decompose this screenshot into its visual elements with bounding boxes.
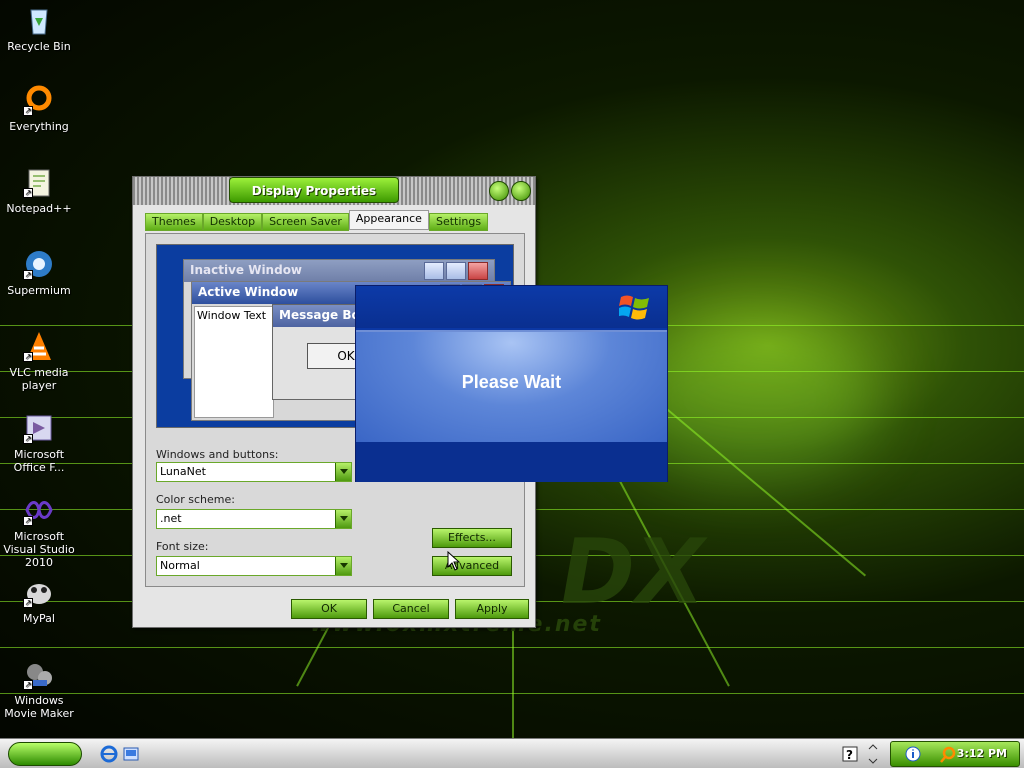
tab-desktop[interactable]: Desktop [202, 213, 263, 231]
please-wait-header [356, 286, 667, 328]
info-icon[interactable] [905, 746, 921, 762]
desktop-icon-visual-studio[interactable]: ↗ Microsoft Visual Studio 2010 [0, 494, 78, 569]
color-scheme-select[interactable]: .net [156, 509, 352, 529]
vlc-icon: ↗ [23, 330, 55, 362]
font-size-select[interactable]: Normal [156, 556, 352, 576]
desktop-icon-movie-maker[interactable]: ↗ Windows Movie Maker [0, 658, 78, 720]
svg-text:?: ? [846, 748, 853, 762]
movie-maker-icon: ↗ [23, 658, 55, 690]
please-wait-text: Please Wait [461, 372, 562, 392]
background-logo: DX [550, 520, 714, 625]
window-title: Display Properties [229, 177, 399, 203]
tab-settings[interactable]: Settings [428, 213, 489, 231]
minimize-icon [424, 262, 444, 280]
tab-appearance[interactable]: Appearance [348, 210, 429, 230]
everything-icon: ↗ [23, 84, 55, 116]
desktop-icon-label: Notepad++ [6, 202, 72, 215]
desktop-icon-everything[interactable]: ↗ Everything [0, 84, 78, 133]
visual-studio-icon: ↗ [23, 494, 55, 526]
mouse-cursor-icon [447, 551, 461, 571]
desktop-icon-supermium[interactable]: ↗ Supermium [0, 248, 78, 297]
preview-window-text: Window Text [194, 306, 274, 418]
desktop-icon-label: Everything [9, 120, 69, 133]
desktop-icon-label: Microsoft Office F... [13, 448, 65, 474]
chevron-down-icon[interactable] [335, 557, 351, 575]
office-icon: ↗ [23, 412, 55, 444]
system-tray: 3:12 PM [890, 741, 1020, 767]
desktop-icon-label: Microsoft Visual Studio 2010 [3, 530, 75, 569]
recycle-bin-icon [23, 4, 55, 36]
taskbar: ? 3:12 PM [0, 738, 1024, 768]
desktop-icon-vlc[interactable]: ↗ VLC media player [0, 330, 78, 392]
shortcut-arrow-icon: ↗ [23, 680, 33, 690]
chevron-down-icon[interactable] [335, 510, 351, 528]
chevron-down-icon[interactable] [335, 463, 351, 481]
supermium-icon: ↗ [23, 248, 55, 280]
windows-logo-icon [619, 295, 649, 320]
help-icon[interactable]: ? [842, 746, 858, 762]
effects-button[interactable]: Effects... [432, 528, 512, 548]
close-button[interactable] [511, 181, 531, 201]
close-icon [468, 262, 488, 280]
search-icon[interactable] [939, 746, 957, 764]
help-button[interactable] [489, 181, 509, 201]
advanced-button[interactable]: Advanced [432, 556, 512, 576]
desktop-icon-notepadpp[interactable]: ↗ Notepad++ [0, 166, 78, 215]
ok-button[interactable]: OK [291, 599, 367, 619]
desktop-icon-label: Recycle Bin [7, 40, 71, 53]
please-wait-footer [356, 442, 667, 482]
shortcut-arrow-icon: ↗ [23, 188, 33, 198]
please-wait-dialog: Please Wait [355, 285, 668, 482]
desktop-icon-label: VLC media player [9, 366, 69, 392]
tab-strip: Themes Desktop Screen Saver Appearance S… [145, 210, 489, 231]
tab-themes[interactable]: Themes [145, 213, 203, 231]
start-button[interactable] [8, 742, 82, 766]
desktop-icon-mypal[interactable]: ↗ MyPal [0, 576, 78, 625]
desktop-icon-label: Windows Movie Maker [4, 694, 74, 720]
shortcut-arrow-icon: ↗ [23, 106, 33, 116]
font-size-label: Font size: [156, 540, 209, 553]
desktop-icon-label: Supermium [7, 284, 71, 297]
internet-explorer-icon[interactable] [100, 745, 118, 763]
font-size-value: Normal [160, 559, 200, 572]
desktop-icon-recycle-bin[interactable]: Recycle Bin [0, 4, 78, 53]
desktop-icon-label: MyPal [23, 612, 55, 625]
desktop-icon-office[interactable]: ↗ Microsoft Office F... [0, 412, 78, 474]
show-desktop-icon[interactable] [122, 745, 140, 763]
notepadpp-icon: ↗ [23, 166, 55, 198]
clock[interactable]: 3:12 PM [957, 747, 1007, 760]
mypal-icon: ↗ [23, 576, 55, 608]
maximize-icon [446, 262, 466, 280]
apply-button[interactable]: Apply [455, 599, 529, 619]
windows-buttons-value: LunaNet [160, 465, 206, 478]
shortcut-arrow-icon: ↗ [23, 598, 33, 608]
windows-buttons-label: Windows and buttons: [156, 448, 279, 461]
shortcut-arrow-icon: ↗ [23, 516, 33, 526]
cancel-button[interactable]: Cancel [373, 599, 449, 619]
shortcut-arrow-icon: ↗ [23, 434, 33, 444]
shortcut-arrow-icon: ↗ [23, 270, 33, 280]
window-titlebar[interactable]: Display Properties [133, 177, 535, 205]
tray-expand-icon[interactable] [866, 743, 880, 765]
windows-buttons-select[interactable]: LunaNet [156, 462, 352, 482]
color-scheme-value: .net [160, 512, 182, 525]
shortcut-arrow-icon: ↗ [23, 352, 33, 362]
tab-screen-saver[interactable]: Screen Saver [262, 213, 349, 231]
color-scheme-label: Color scheme: [156, 493, 235, 506]
